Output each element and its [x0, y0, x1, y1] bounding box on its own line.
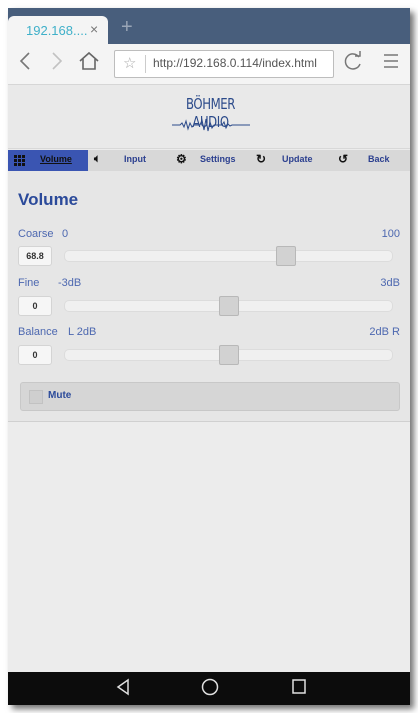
- speaker-icon: 🔈︎: [94, 153, 101, 165]
- fine-value: 0: [18, 296, 52, 316]
- forward-icon[interactable]: [50, 50, 64, 78]
- browser-tab-strip: 192.168.... × +: [8, 8, 410, 44]
- url-text: http://192.168.0.114/index.html: [153, 56, 317, 70]
- phone-screen: 192.168.... × + ☆ http://192.168.0.114/i…: [8, 8, 410, 705]
- coarse-min: 0: [62, 228, 69, 240]
- nav-settings[interactable]: ⚙ Settings: [176, 150, 246, 171]
- url-bar[interactable]: ☆ http://192.168.0.114/index.html: [114, 50, 334, 78]
- balance-slider[interactable]: [64, 345, 393, 365]
- mute-toggle[interactable]: Mute: [20, 382, 400, 411]
- close-tab-icon[interactable]: ×: [90, 21, 98, 37]
- url-divider: [145, 55, 146, 73]
- page-header: BÖHMER AUDIO: [8, 85, 410, 149]
- fine-label: Fine: [18, 277, 40, 289]
- nav-back[interactable]: ↺ Back: [338, 150, 408, 171]
- nav-update-label: Update: [282, 154, 313, 164]
- fine-min: -3dB: [58, 277, 82, 289]
- coarse-slider-thumb[interactable]: [276, 246, 296, 266]
- nav-input-label: Input: [124, 154, 146, 164]
- coarse-slider[interactable]: [64, 246, 393, 266]
- coarse-max: 100: [381, 228, 400, 240]
- browser-toolbar: ☆ http://192.168.0.114/index.html: [8, 44, 410, 85]
- home-icon[interactable]: [78, 50, 100, 78]
- mute-label: Mute: [48, 390, 72, 401]
- android-home-icon[interactable]: [200, 677, 220, 702]
- fine-slider-thumb[interactable]: [219, 296, 239, 316]
- coarse-value: 68.8: [18, 246, 52, 266]
- balance-max: 2dB R: [369, 326, 400, 338]
- app-navigation: Volume 🔈︎ Input ⚙ Settings ↻ Update ↺ Ba…: [8, 150, 410, 171]
- nav-settings-label: Settings: [200, 154, 236, 164]
- waveform-icon: [172, 118, 250, 132]
- nav-input[interactable]: 🔈︎ Input: [94, 150, 164, 171]
- gear-icon: ⚙: [176, 152, 187, 166]
- balance-label: Balance: [18, 326, 58, 338]
- menu-icon[interactable]: [382, 50, 400, 78]
- balance-min: L 2dB: [68, 326, 97, 338]
- nav-volume[interactable]: Volume: [8, 150, 88, 171]
- android-recents-icon[interactable]: [290, 677, 308, 702]
- nav-back-label: Back: [368, 154, 390, 164]
- fine-slider[interactable]: [64, 296, 393, 316]
- volume-panel: Volume Coarse 0 100 68.8 Fine -3dB 3dB 0…: [8, 171, 410, 422]
- nav-update[interactable]: ↻ Update: [256, 150, 326, 171]
- refresh-icon: ↻: [256, 152, 267, 166]
- android-navigation-bar: [8, 672, 410, 705]
- browser-tab[interactable]: 192.168.... ×: [8, 16, 108, 44]
- back-icon[interactable]: [18, 50, 32, 78]
- mute-checkbox[interactable]: [29, 390, 43, 404]
- balance-value: 0: [18, 345, 52, 365]
- star-icon[interactable]: ☆: [123, 54, 136, 72]
- new-tab-icon[interactable]: +: [121, 16, 133, 39]
- bohmer-audio-logo: BÖHMER AUDIO: [168, 95, 253, 135]
- coarse-label: Coarse: [18, 228, 54, 240]
- page-title: Volume: [18, 190, 79, 209]
- undo-icon: ↺: [338, 152, 349, 166]
- android-back-icon[interactable]: [114, 677, 132, 702]
- tab-title: 192.168....: [26, 23, 88, 38]
- grid-icon: [14, 155, 25, 166]
- nav-volume-label: Volume: [40, 154, 72, 164]
- reload-icon[interactable]: [342, 50, 364, 78]
- balance-slider-thumb[interactable]: [219, 345, 239, 365]
- fine-max: 3dB: [380, 277, 400, 289]
